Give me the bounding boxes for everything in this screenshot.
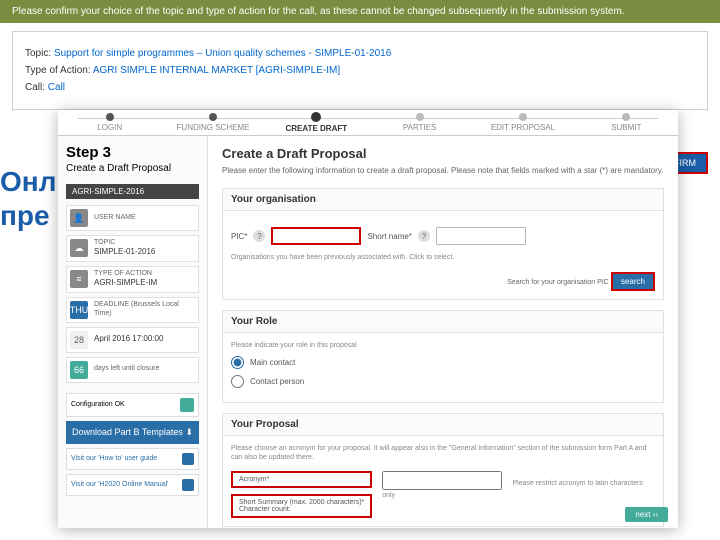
- assoc-note: Organisations you have been previously a…: [231, 253, 655, 262]
- proposal-heading: Your Proposal: [223, 414, 663, 436]
- help-icon[interactable]: ?: [253, 230, 265, 242]
- step-subtitle: Create a Draft Proposal: [66, 163, 199, 174]
- main-contact-label: Main contact: [250, 358, 295, 367]
- role-section: Your Role Please indicate your role in t…: [222, 310, 664, 403]
- search-label: Search for your organisation PIC: [507, 279, 609, 286]
- download-templates-button[interactable]: Download Part B Templates⬇: [66, 421, 199, 444]
- role-intro: Please indicate your role in this propos…: [231, 341, 655, 350]
- check-icon: [180, 398, 194, 412]
- cloud-icon: ☁: [70, 239, 88, 257]
- user-icon: 👤: [70, 209, 88, 227]
- contact-person-label: Contact person: [250, 377, 304, 386]
- config-status: Configuration OK: [66, 393, 199, 417]
- wizard-content: Create a Draft Proposal Please enter the…: [208, 136, 678, 528]
- wizard-sidebar: Step 3 Create a Draft Proposal AGRI-SIMP…: [58, 136, 208, 528]
- shortname-input[interactable]: [436, 227, 526, 245]
- shortname-label: Short name*: [367, 232, 411, 241]
- external-icon: [182, 453, 194, 465]
- pic-label: PIC*: [231, 232, 247, 241]
- main-contact-radio[interactable]: [231, 356, 244, 369]
- stepper: LOGIN FUNDING SCHEME CREATE DRAFT PARTIE…: [58, 110, 678, 136]
- role-heading: Your Role: [223, 311, 663, 333]
- step-parties: PARTIES: [403, 123, 437, 132]
- proposal-section: Your Proposal Please choose an acronym f…: [222, 413, 664, 526]
- summary-label: Short Summary (max. 2000 characters)* Ch…: [231, 494, 372, 518]
- contact-person-radio[interactable]: [231, 375, 244, 388]
- wizard-modal: LOGIN FUNDING SCHEME CREATE DRAFT PARTIE…: [58, 110, 678, 528]
- form-intro: Please enter the following information t…: [222, 165, 664, 176]
- org-heading: Your organisation: [223, 189, 663, 211]
- manual-link[interactable]: Visit our 'H2020 Online Manual': [66, 474, 199, 496]
- action-label: Type of Action:: [25, 65, 91, 76]
- step-login: LOGIN: [97, 123, 122, 132]
- organisation-section: Your organisation PIC* ? Short name* ? O…: [222, 188, 664, 300]
- step-create: CREATE DRAFT: [286, 124, 348, 133]
- topic-label: Topic:: [25, 48, 51, 59]
- banner-text: Please confirm your choice of the topic …: [12, 6, 625, 17]
- topic-link[interactable]: Support for simple programmes – Union qu…: [54, 48, 391, 59]
- external-icon: [182, 479, 194, 491]
- search-button[interactable]: search: [611, 272, 655, 291]
- call-label: Call:: [25, 82, 45, 93]
- step-submit: SUBMIT: [611, 123, 641, 132]
- pic-input[interactable]: [271, 227, 361, 245]
- step-number: Step 3: [66, 144, 199, 161]
- scheme-badge: AGRI-SIMPLE-2016: [66, 184, 199, 199]
- form-title: Create a Draft Proposal: [222, 146, 664, 161]
- calendar-icon: THU: [70, 301, 88, 319]
- next-button[interactable]: next ››: [625, 507, 668, 522]
- countdown-icon: 66: [70, 361, 88, 379]
- type-icon: ≡: [70, 270, 88, 288]
- call-link[interactable]: Call: [48, 82, 65, 93]
- step-edit: EDIT PROPOSAL: [491, 123, 555, 132]
- acronym-input[interactable]: [382, 471, 502, 490]
- action-link[interactable]: AGRI SIMPLE INTERNAL MARKET [AGRI-SIMPLE…: [93, 65, 340, 76]
- step-funding: FUNDING SCHEME: [177, 123, 250, 132]
- proposal-intro: Please choose an acronym for your propos…: [231, 444, 655, 462]
- day-icon: 28: [70, 331, 88, 349]
- confirmation-box: Topic: Support for simple programmes – U…: [12, 31, 708, 110]
- help-icon[interactable]: ?: [418, 230, 430, 242]
- howto-link[interactable]: Visit our 'How to' user guide: [66, 448, 199, 470]
- download-icon: ⬇: [185, 427, 193, 438]
- acronym-label: Acronym*: [231, 471, 372, 488]
